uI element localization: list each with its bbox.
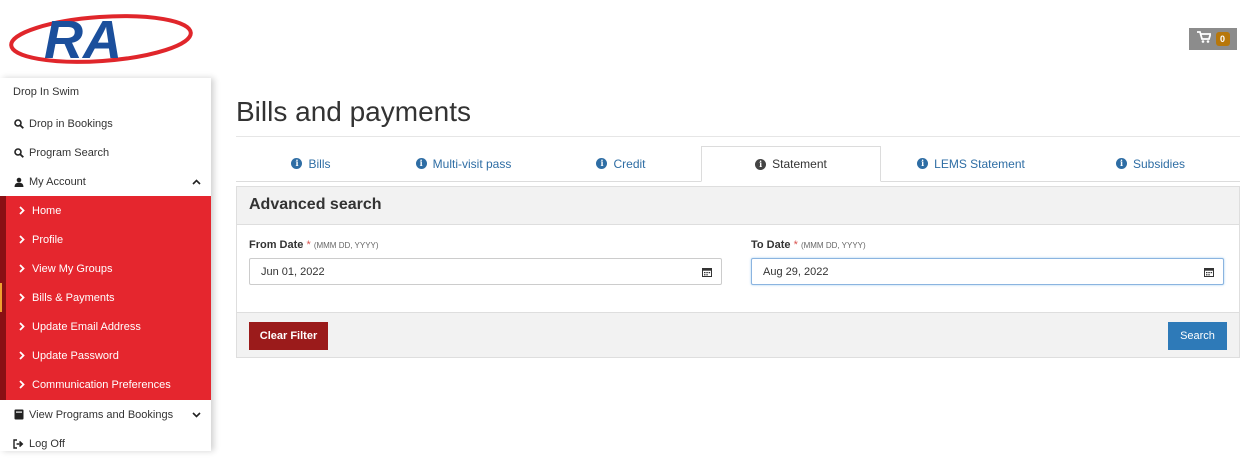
tab-label: Bills: [308, 156, 331, 171]
date-format-hint: (MMM DD, YYYY): [800, 241, 866, 250]
sidebar-item-profile[interactable]: Profile: [6, 225, 211, 254]
date-format-hint: (MMM DD, YYYY): [313, 241, 379, 250]
info-icon: i: [755, 158, 767, 170]
sidebar-item-label: My Account: [29, 175, 86, 188]
to-date-label: To Date * (MMM DD, YYYY): [751, 239, 866, 251]
user-icon: [13, 177, 24, 187]
ra-logo[interactable]: RA: [8, 4, 194, 70]
sidebar-item-label: Profile: [32, 233, 64, 246]
calendar-icon[interactable]: [1204, 267, 1214, 280]
sidebar-item-label: Update Password: [32, 349, 119, 362]
book-icon: [13, 409, 24, 420]
tab-credit[interactable]: i Credit: [541, 146, 701, 181]
tab-label: Statement: [772, 157, 827, 171]
sidebar-item-home[interactable]: Home: [6, 196, 211, 225]
tab-label: Subsidies: [1132, 156, 1186, 171]
chevron-right-icon: [19, 380, 25, 389]
tab-lems-statement[interactable]: i LEMS Statement: [881, 146, 1061, 181]
to-date-value: Aug 29, 2022: [763, 265, 829, 278]
info-icon: i: [596, 158, 608, 169]
tab-label: Multi-visit pass: [432, 156, 512, 171]
tab-subsidies[interactable]: i Subsidies: [1061, 146, 1240, 181]
info-icon: i: [291, 158, 303, 169]
tab-statement[interactable]: i Statement: [701, 146, 881, 182]
sidebar-item-drop-in-swim[interactable]: Drop In Swim: [13, 86, 79, 98]
sidebar-item-communication-preferences[interactable]: Communication Preferences: [6, 370, 211, 399]
info-icon: i: [917, 158, 929, 169]
tab-bar: i Bills i Multi-visit pass i Credit i St…: [236, 146, 1240, 182]
tab-bills[interactable]: i Bills: [236, 146, 386, 181]
chevron-right-icon: [19, 351, 25, 360]
sign-out-icon: [13, 438, 24, 449]
sidebar-item-update-password[interactable]: Update Password: [6, 341, 211, 370]
sidebar-item-label: Bills & Payments: [32, 291, 115, 304]
chevron-right-icon: [19, 322, 25, 331]
tab-multi-visit-pass[interactable]: i Multi-visit pass: [386, 146, 541, 181]
sidebar-item-my-account[interactable]: My Account: [0, 167, 211, 196]
sidebar-item-drop-in-bookings[interactable]: Drop in Bookings: [0, 109, 211, 138]
advanced-search-panel: Advanced search From Date * (MMM DD, YYY…: [236, 186, 1240, 358]
sidebar-item-log-off[interactable]: Log Off: [0, 429, 211, 458]
top-header: RA 0: [0, 0, 1250, 78]
sidebar-item-view-programs[interactable]: View Programs and Bookings: [0, 400, 211, 429]
search-icon: [13, 147, 24, 158]
to-date-input[interactable]: Aug 29, 2022: [751, 258, 1224, 285]
sidebar-item-label: View My Groups: [32, 262, 113, 275]
panel-header: Advanced search: [237, 187, 1239, 225]
chevron-right-icon: [19, 293, 25, 302]
sidebar-item-view-my-groups[interactable]: View My Groups: [6, 254, 211, 283]
calendar-icon[interactable]: [702, 267, 712, 280]
page-title: Bills and payments: [236, 96, 472, 127]
chevron-right-icon: [19, 264, 25, 273]
from-date-label-text: From Date: [249, 239, 304, 251]
clear-filter-button[interactable]: Clear Filter: [249, 322, 328, 350]
chevron-up-icon: [192, 176, 201, 188]
cart-button[interactable]: 0: [1189, 28, 1237, 50]
sidebar-item-update-email[interactable]: Update Email Address: [6, 312, 211, 341]
sidebar-item-label: View Programs and Bookings: [29, 408, 174, 421]
panel-footer: Clear Filter Search: [237, 312, 1239, 357]
required-marker: *: [793, 239, 798, 251]
chevron-right-icon: [19, 206, 25, 215]
sidebar-item-label: Update Email Address: [32, 320, 141, 333]
search-icon: [13, 118, 24, 129]
search-button[interactable]: Search: [1168, 322, 1227, 350]
tab-label: Credit: [613, 156, 646, 171]
cart-count-badge: 0: [1215, 32, 1230, 46]
logo-text: RA: [44, 10, 122, 70]
info-icon: i: [1115, 158, 1127, 169]
title-divider: [236, 136, 1240, 137]
sidebar-item-bills-payments[interactable]: Bills & Payments: [0, 283, 213, 312]
sidebar-item-program-search[interactable]: Program Search: [0, 138, 211, 167]
sidebar-item-label: Program Search: [29, 146, 110, 159]
cart-icon: [1196, 30, 1212, 48]
tab-label: LEMS Statement: [934, 156, 1025, 171]
info-icon: i: [415, 158, 427, 169]
to-date-label-text: To Date: [751, 239, 791, 251]
sidebar-item-label: Log Off: [29, 437, 65, 450]
from-date-label: From Date * (MMM DD, YYYY): [249, 239, 379, 251]
sidebar-item-label: Communication Preferences: [32, 378, 171, 391]
sidebar-item-label: Home: [32, 204, 62, 217]
from-date-value: Jun 01, 2022: [261, 265, 325, 278]
chevron-right-icon: [19, 235, 25, 244]
from-date-input[interactable]: Jun 01, 2022: [249, 258, 722, 285]
chevron-down-icon: [192, 409, 201, 421]
panel-title: Advanced search: [249, 196, 382, 213]
sidebar-item-label: Drop in Bookings: [29, 117, 113, 130]
required-marker: *: [306, 239, 311, 251]
account-submenu: Home Profile View My Groups Bills & Paym…: [0, 196, 211, 400]
sidebar: Drop In Swim Drop in Bookings Program Se…: [0, 78, 211, 451]
